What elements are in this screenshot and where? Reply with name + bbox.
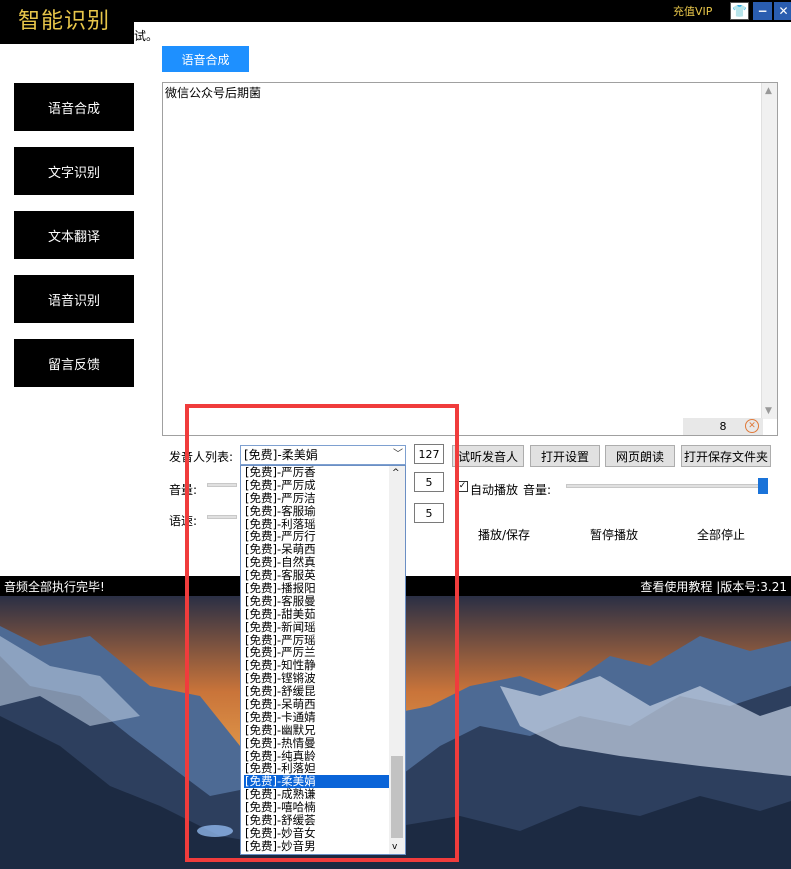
speaker-option[interactable]: [免费]-呆萌西	[244, 543, 390, 556]
sidebar-item-translate[interactable]: 文本翻译	[14, 211, 134, 259]
speaker-option[interactable]: [免费]-纯真龄	[244, 750, 390, 763]
minimize-icon: −	[757, 4, 768, 18]
volume-slider[interactable]	[207, 483, 237, 487]
speaker-option[interactable]: [免费]-舒缓昆	[244, 685, 390, 698]
scroll-up-icon[interactable]: ^	[392, 468, 400, 478]
speaker-label: 发音人列表:	[169, 450, 234, 464]
speaker-option[interactable]: [免费]-舒缓荟	[244, 814, 390, 827]
speaker-option[interactable]: [免费]-严厉兰	[244, 646, 390, 659]
close-button[interactable]: ✕	[774, 2, 791, 20]
speaker-dropdown-list[interactable]: [免费]-严厉香 [免费]-严厉成 [免费]-严厉洁 [免费]-客服瑜 [免费]-利落瑶…	[240, 465, 406, 855]
scroll-down-icon[interactable]: v	[392, 842, 397, 852]
speaker-option[interactable]: [免费]-知性静	[244, 659, 390, 672]
speaker-option[interactable]: [免费]-卡通婧	[244, 711, 390, 724]
editor-scrollbar[interactable]: ▲ ▼	[761, 83, 777, 419]
speaker-option[interactable]: [免费]-热情曼	[244, 737, 390, 750]
speaker-option[interactable]: [免费]-成熟谦	[244, 788, 390, 801]
speaker-option[interactable]: [免费]-嘻哈楠	[244, 801, 390, 814]
speaker-option[interactable]: [免费]-客服英	[244, 569, 390, 582]
speaker-selected: [免费]-柔美娟	[244, 448, 318, 462]
tutorial-version-link[interactable]: 查看使用教程 |版本号:3.21	[640, 578, 787, 595]
speaker-option[interactable]: [免费]-严厉香	[244, 466, 390, 479]
speaker-option[interactable]: [免费]-严厉瑶	[244, 634, 390, 647]
speaker-option[interactable]: [免费]-客服曼	[244, 595, 390, 608]
sidebar-item-ocr[interactable]: 文字识别	[14, 147, 134, 195]
volume-value: 5	[425, 475, 433, 489]
char-count-value: 8	[719, 420, 727, 433]
speaker-option[interactable]: [免费]-利落瑶	[244, 518, 390, 531]
status-message: 音频全部执行完毕!	[4, 580, 105, 594]
autoplay-checkbox[interactable]: ✓	[457, 481, 468, 492]
play-save-button[interactable]: 播放/保存	[478, 526, 530, 543]
speaker-option[interactable]: [免费]-严厉成	[244, 479, 390, 492]
pause-button[interactable]: 暂停播放	[590, 526, 638, 543]
sidebar-item-feedback[interactable]: 留言反馈	[14, 339, 134, 387]
speed-value-box[interactable]: 5	[414, 503, 444, 523]
clear-icon[interactable]: ✕	[745, 419, 759, 433]
speaker-option[interactable]: [免费]-幽默兄	[244, 724, 390, 737]
player-volume-slider[interactable]	[566, 484, 764, 488]
settings-button[interactable]: 打开设置	[530, 445, 600, 467]
scroll-down-icon[interactable]: ▼	[765, 406, 772, 416]
chevron-down-icon[interactable]: ﹀	[393, 446, 403, 464]
speed-label: 语速:	[169, 514, 198, 528]
speaker-option[interactable]: [免费]-客服瑜	[244, 505, 390, 518]
speaker-option[interactable]: [免费]-利落妲	[244, 762, 390, 775]
sidebar-item-tts[interactable]: 语音合成	[14, 83, 134, 131]
skin-button[interactable]: 👕	[730, 2, 749, 20]
speaker-count: 127	[414, 444, 444, 464]
speaker-option[interactable]: [免费]-妙音男	[244, 840, 390, 853]
open-folder-button[interactable]: 打开保存文件夹	[681, 445, 771, 467]
truncated-message: 试。	[134, 29, 159, 43]
text-editor[interactable]: 微信公众号后期菌 ▲ ▼ 8 ✕	[162, 82, 778, 436]
speaker-option[interactable]: [免费]-自然真	[244, 556, 390, 569]
speaker-option[interactable]: [免费]-新闻瑶	[244, 621, 390, 634]
speaker-option[interactable]: [免费]-甜美茹	[244, 608, 390, 621]
dropdown-scrollbar[interactable]: ^ v	[389, 466, 405, 854]
close-icon: ✕	[778, 4, 789, 18]
player-volume-thumb[interactable]	[758, 478, 768, 494]
app-title: 智能识别	[0, 0, 134, 44]
speaker-option[interactable]: [免费]-柔美娟	[244, 775, 390, 789]
speed-slider[interactable]	[207, 515, 237, 519]
speaker-options: [免费]-严厉香 [免费]-严厉成 [免费]-严厉洁 [免费]-客服瑜 [免费]-利落瑶…	[244, 466, 390, 853]
speaker-count-value: 127	[418, 447, 440, 461]
speaker-option[interactable]: [免费]-严厉行	[244, 530, 390, 543]
volume-label: 音量:	[169, 483, 198, 497]
speaker-option[interactable]: [免费]-妙音女	[244, 827, 390, 840]
minimize-button[interactable]: −	[753, 2, 772, 20]
autoplay-label: 自动播放	[470, 483, 519, 497]
speaker-select[interactable]: [免费]-柔美娟 ﹀	[240, 445, 406, 465]
speaker-option[interactable]: [免费]-铿锵波	[244, 672, 390, 685]
speaker-option[interactable]: [免费]-呆萌西	[244, 698, 390, 711]
sidebar-item-asr[interactable]: 语音识别	[14, 275, 134, 323]
speaker-option[interactable]: [免费]-严厉洁	[244, 492, 390, 505]
volume-value-box[interactable]: 5	[414, 472, 444, 492]
stop-all-button[interactable]: 全部停止	[697, 526, 745, 543]
tab-tts[interactable]: 语音合成	[162, 46, 249, 72]
dropdown-scroll-thumb[interactable]	[391, 756, 403, 838]
scroll-up-icon[interactable]: ▲	[765, 86, 772, 96]
editor-content: 微信公众号后期菌	[165, 86, 262, 100]
speed-value: 5	[425, 506, 433, 520]
shirt-icon: 👕	[732, 4, 747, 18]
web-read-button[interactable]: 网页朗读	[605, 445, 675, 467]
speaker-option[interactable]: [免费]-播报阳	[244, 582, 390, 595]
player-volume-label: 音量:	[523, 483, 552, 497]
audition-button[interactable]: 试听发音人	[452, 445, 524, 467]
vip-link[interactable]: 充值VIP	[673, 3, 712, 19]
